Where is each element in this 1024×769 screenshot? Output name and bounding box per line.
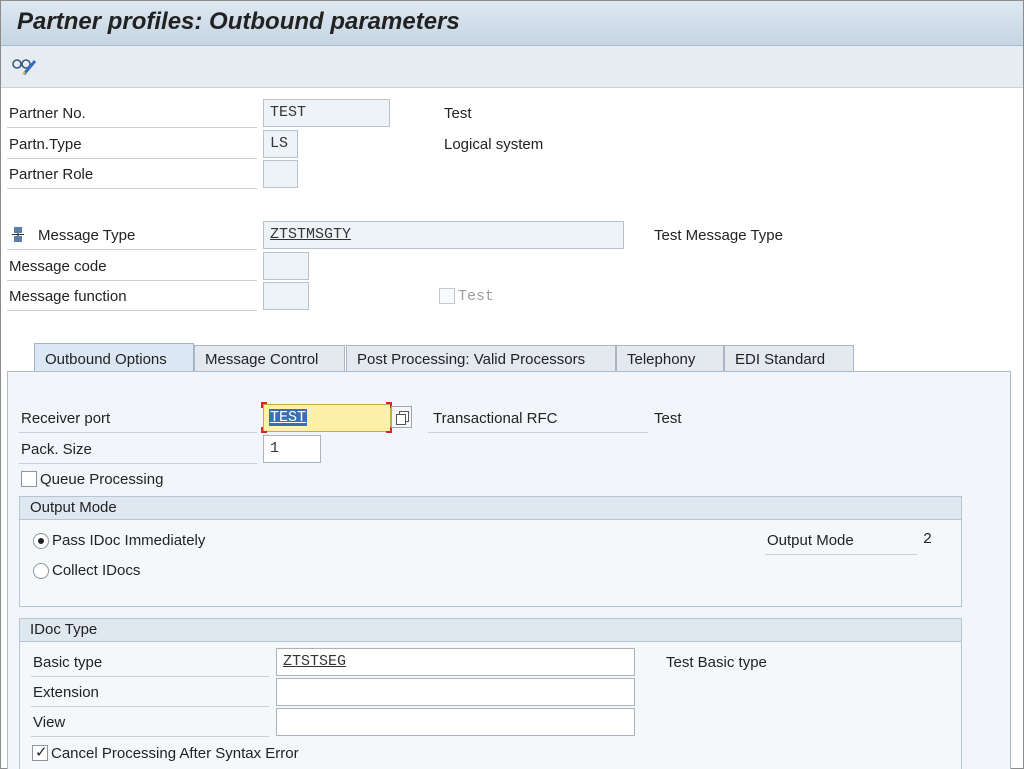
- value-help-button[interactable]: [391, 406, 412, 428]
- message-function-label: Message function: [9, 288, 127, 305]
- glasses-pencil-icon[interactable]: [11, 56, 37, 76]
- partner-role-underline: [7, 188, 257, 189]
- focus-corner-tl: [261, 402, 267, 408]
- view-field[interactable]: [276, 708, 635, 736]
- partner-role-label: Partner Role: [9, 166, 94, 183]
- output-mode-underline: [765, 554, 917, 555]
- pack-size-underline: [19, 463, 257, 464]
- pass-idoc-immediately-radio[interactable]: [33, 533, 49, 549]
- queue-processing-label: Queue Processing: [40, 471, 164, 488]
- partner-no-label: Partner No.: [9, 105, 86, 122]
- extension-underline: [31, 706, 269, 707]
- message-type-value: ZTSTMSGTY: [270, 226, 352, 243]
- message-type-label: Message Type: [38, 227, 136, 244]
- partner-no-underline: [7, 127, 257, 128]
- test-checkbox: [439, 288, 455, 304]
- message-code-field[interactable]: [263, 252, 309, 280]
- receiver-port-label: Receiver port: [21, 410, 111, 427]
- partner-no-description: Test: [444, 105, 472, 122]
- message-code-underline: [7, 280, 257, 281]
- partn-type-label: Partn.Type: [9, 136, 82, 153]
- collect-idocs-radio[interactable]: [33, 563, 49, 579]
- view-underline: [31, 736, 269, 737]
- message-type-underline: [7, 249, 257, 250]
- message-type-icon: [12, 227, 24, 242]
- tab-edi-standard[interactable]: EDI Standard: [724, 345, 854, 372]
- partner-no-field[interactable]: TEST: [263, 99, 390, 127]
- tab-post-processing[interactable]: Post Processing: Valid Processors: [346, 345, 616, 372]
- partn-type-underline: [7, 158, 257, 159]
- tab-telephony[interactable]: Telephony: [616, 345, 724, 372]
- output-mode-header: Output Mode: [20, 497, 961, 520]
- collect-idocs-label: Collect IDocs: [52, 562, 141, 579]
- cancel-processing-checkbox[interactable]: [32, 743, 48, 761]
- focus-corner-bl: [261, 427, 267, 433]
- output-mode-label: Output Mode: [767, 532, 854, 549]
- message-type-description: Test Message Type: [654, 227, 783, 244]
- view-label: View: [33, 714, 66, 731]
- receiver-port-type: Transactional RFC: [433, 410, 558, 427]
- test-checkbox-label: Test: [458, 288, 495, 305]
- basic-type-field[interactable]: ZTSTSEG: [276, 648, 635, 676]
- receiver-port-value: TEST: [269, 409, 308, 426]
- title-bar: Partner profiles: Outbound parameters: [1, 1, 1023, 46]
- toolbar: [1, 46, 1023, 88]
- receiver-port-type-underline: [428, 432, 648, 433]
- cancel-processing-label: Cancel Processing After Syntax Error: [51, 745, 299, 762]
- tab-message-control[interactable]: Message Control: [194, 345, 345, 372]
- message-code-label: Message code: [9, 258, 107, 275]
- output-mode-value: 2: [923, 531, 933, 548]
- pack-size-field[interactable]: 1: [263, 435, 321, 463]
- message-function-field[interactable]: [263, 282, 309, 310]
- receiver-port-underline: [19, 432, 257, 433]
- extension-label: Extension: [33, 684, 99, 701]
- pack-size-label: Pack. Size: [21, 441, 92, 458]
- partn-type-field[interactable]: LS: [263, 130, 298, 158]
- basic-type-label: Basic type: [33, 654, 103, 671]
- idoc-type-header: IDoc Type: [20, 619, 961, 642]
- basic-type-underline: [31, 676, 269, 677]
- receiver-port-field[interactable]: TEST: [263, 404, 391, 432]
- partn-type-description: Logical system: [444, 136, 544, 153]
- output-mode-group: Output Mode: [19, 496, 962, 607]
- basic-type-value: ZTSTSEG: [283, 653, 347, 670]
- queue-processing-checkbox[interactable]: [21, 471, 37, 487]
- pass-idoc-immediately-label: Pass IDoc Immediately: [52, 532, 206, 549]
- receiver-port-description: Test: [654, 410, 682, 427]
- tab-outbound-options[interactable]: Outbound Options: [34, 343, 194, 373]
- partner-role-field[interactable]: [263, 160, 298, 188]
- extension-field[interactable]: [276, 678, 635, 706]
- page-title: Partner profiles: Outbound parameters: [17, 8, 460, 35]
- message-type-field[interactable]: ZTSTMSGTY: [263, 221, 624, 249]
- message-function-underline: [7, 310, 257, 311]
- basic-type-description: Test Basic type: [666, 654, 767, 671]
